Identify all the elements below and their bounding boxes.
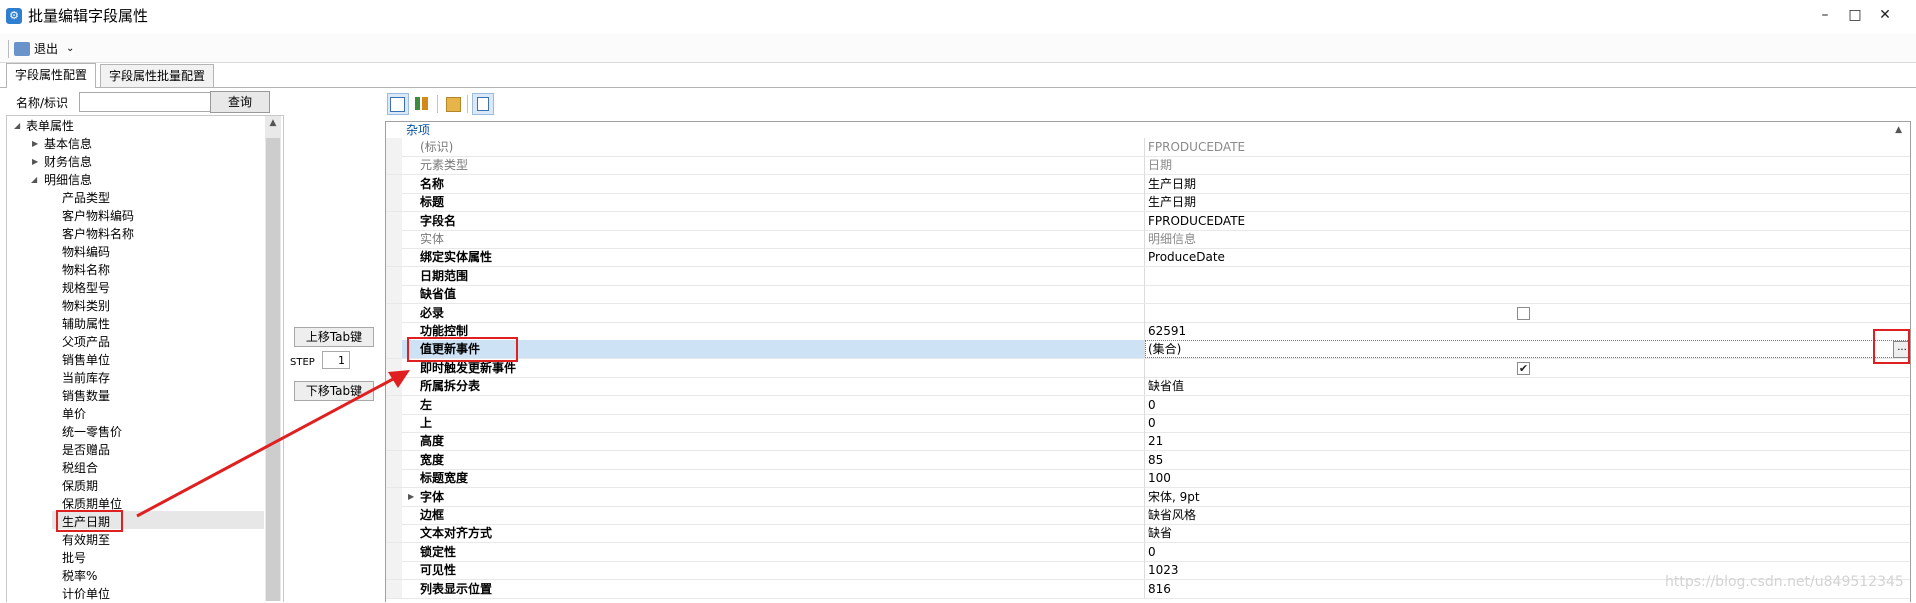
watermark: https://blog.csdn.net/u849512345 bbox=[1665, 574, 1904, 590]
annotation-arrow bbox=[136, 370, 410, 518]
